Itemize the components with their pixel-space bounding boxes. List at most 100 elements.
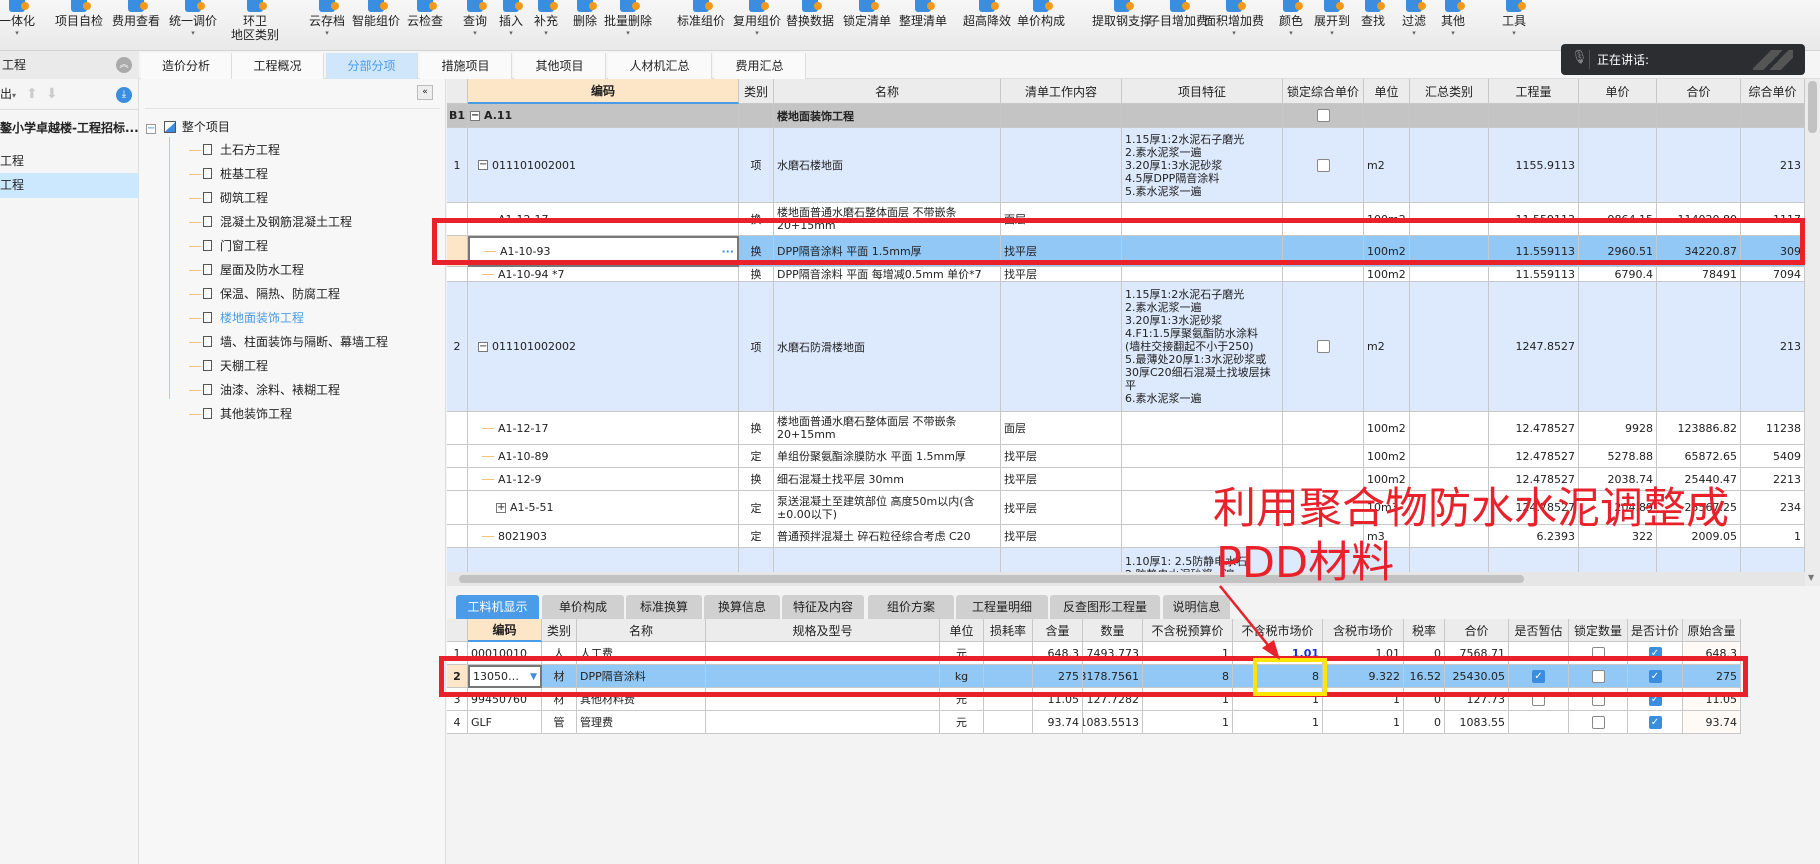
- column-header[interactable]: 税率: [1404, 619, 1445, 642]
- column-header[interactable]: 合价: [1657, 79, 1741, 104]
- grid-cell[interactable]: 00010010: [468, 642, 542, 665]
- grid-cell[interactable]: 13050… ▼: [468, 665, 542, 688]
- estimate-checkbox[interactable]: [1532, 692, 1545, 706]
- tree-item[interactable]: 天棚工程: [189, 355, 268, 377]
- toolbar-button-26[interactable]: 过滤 ▾: [1402, 0, 1426, 38]
- estimate-checkbox[interactable]: ✓: [1532, 669, 1545, 683]
- tree-item[interactable]: 油漆、涂料、裱糊工程: [189, 379, 340, 401]
- toolbar-button-3[interactable]: 统一调价 ▾: [169, 0, 217, 38]
- bottom-tab-6[interactable]: 工程量明细: [956, 595, 1048, 619]
- column-header[interactable]: 是否计价: [1628, 619, 1683, 642]
- tree-item[interactable]: 桩基工程: [189, 163, 268, 185]
- grid-cell[interactable]: ✓: [1628, 665, 1683, 688]
- grid-cell[interactable]: A1-12-17: [468, 203, 739, 236]
- include-price-checkbox[interactable]: ✓: [1648, 715, 1662, 729]
- toolbar-button-11[interactable]: 删除: [573, 0, 597, 28]
- toolbar-button-20[interactable]: 提取钢支撑: [1092, 0, 1152, 28]
- column-header[interactable]: 锁定数量: [1569, 619, 1628, 642]
- grid-cell[interactable]: 8021903: [468, 525, 739, 548]
- column-header[interactable]: 单位: [1364, 79, 1410, 104]
- grid-cell[interactable]: [1509, 642, 1569, 665]
- grid-cell[interactable]: [1509, 711, 1569, 734]
- collapse-toggle-icon[interactable]: −: [470, 110, 480, 121]
- toolbar-button-27[interactable]: 其他 ▾: [1441, 0, 1465, 38]
- bottom-tab-5[interactable]: 组价方案: [868, 595, 954, 619]
- column-header[interactable]: 单位: [940, 619, 984, 642]
- tree-root[interactable]: − 整个项目: [146, 116, 230, 138]
- collapse-icon[interactable]: ︽: [116, 57, 132, 73]
- toolbar-button-4[interactable]: 环卫 地区类别: [231, 0, 279, 42]
- vertical-scrollbar[interactable]: ▼: [1805, 79, 1820, 586]
- grid-cell[interactable]: A1-12-9: [468, 468, 739, 491]
- toolbar-button-9[interactable]: 插入 ▾: [499, 0, 523, 38]
- tree-item[interactable]: 墙、柱面装饰与隔断、幕墙工程: [189, 331, 388, 353]
- column-header[interactable]: 含量: [1033, 619, 1083, 642]
- move-up-icon[interactable]: ⬆: [26, 79, 38, 110]
- toolbar-button-2[interactable]: 费用查看: [112, 0, 160, 28]
- collapse-toggle-icon[interactable]: −: [478, 341, 488, 352]
- column-header[interactable]: 是否暂估: [1509, 619, 1569, 642]
- tab-3[interactable]: 措施项目: [420, 53, 512, 79]
- column-header[interactable]: 含税市场价: [1323, 619, 1404, 642]
- grid-cell[interactable]: [1569, 688, 1628, 711]
- lock-quantity-checkbox[interactable]: [1591, 646, 1605, 660]
- tree-item[interactable]: 混凝土及钢筋混凝土工程: [189, 211, 352, 233]
- project-name[interactable]: 鏊小学卓越楼-工程招标...: [0, 119, 139, 136]
- grid-cell[interactable]: ✓: [1628, 642, 1683, 665]
- toolbar-button-21[interactable]: 子目增加费: [1148, 0, 1208, 28]
- tab-5[interactable]: 人材机汇总: [608, 53, 712, 79]
- column-header[interactable]: 综合单价: [1741, 79, 1805, 104]
- toolbar-button-25[interactable]: 查找: [1361, 0, 1385, 28]
- column-header[interactable]: 项目特征: [1122, 79, 1283, 104]
- toolbar-button-1[interactable]: 项目自检: [55, 0, 103, 28]
- grid-cell[interactable]: [468, 548, 739, 572]
- download-icon[interactable]: ⤓: [116, 87, 132, 103]
- tree-item[interactable]: 其他装饰工程: [189, 403, 292, 425]
- column-header[interactable]: 规格及型号: [706, 619, 940, 642]
- lock-price-checkbox[interactable]: [1316, 340, 1330, 353]
- grid-cell[interactable]: + A1-5-51: [468, 491, 739, 525]
- grid-cell[interactable]: GLF: [468, 711, 542, 734]
- tree-item[interactable]: 门窗工程: [189, 235, 268, 257]
- toolbar-button-14[interactable]: 复用组价 ▾: [733, 0, 781, 38]
- grid-cell[interactable]: − A.11: [468, 104, 739, 128]
- toolbar-button-23[interactable]: 颜色 ▾: [1279, 0, 1303, 38]
- project-item[interactable]: 工程: [0, 149, 139, 173]
- column-header[interactable]: 类别: [542, 619, 577, 642]
- lock-price-checkbox[interactable]: [1316, 158, 1330, 172]
- column-header[interactable]: 名称: [577, 619, 706, 642]
- collapse-tree-button[interactable]: «: [417, 85, 433, 100]
- include-price-checkbox[interactable]: ✓: [1648, 646, 1662, 660]
- bottom-tab-3[interactable]: 换算信息: [704, 595, 780, 619]
- tree-item[interactable]: 砌筑工程: [189, 187, 268, 209]
- column-header[interactable]: 原始含量: [1683, 619, 1741, 642]
- grid-cell[interactable]: [1509, 688, 1569, 711]
- include-price-checkbox[interactable]: ✓: [1648, 692, 1662, 706]
- toolbar-button-12[interactable]: 批量删除 ▾: [604, 0, 652, 38]
- grid-cell[interactable]: A1-12-17: [468, 412, 739, 445]
- column-header[interactable]: 编码: [468, 79, 739, 104]
- column-header[interactable]: 清单工作内容: [1001, 79, 1122, 104]
- grid-cell[interactable]: A1-10-94 *7: [468, 267, 739, 282]
- more-options-icon[interactable]: ···: [721, 245, 734, 258]
- toolbar-button-22[interactable]: 面积增加费 ▾: [1204, 0, 1264, 38]
- toolbar-button-5[interactable]: 云存档 ▾: [309, 0, 345, 38]
- scrollbar-thumb[interactable]: [1808, 81, 1817, 133]
- toolbar-button-24[interactable]: 展开到 ▾: [1314, 0, 1350, 38]
- export-button[interactable]: 出: [0, 87, 12, 101]
- column-header[interactable]: 编码: [468, 619, 542, 642]
- collapse-toggle-icon[interactable]: −: [478, 160, 488, 170]
- column-header[interactable]: 类别: [739, 79, 774, 104]
- grid-cell[interactable]: −011101002001: [468, 128, 739, 203]
- tab-6[interactable]: 费用汇总: [714, 53, 806, 79]
- column-header[interactable]: 损耗率: [984, 619, 1033, 642]
- grid-cell[interactable]: A1-10-93 ···: [468, 236, 739, 267]
- horizontal-scrollbar[interactable]: [447, 572, 1805, 586]
- grid-cell[interactable]: −011101002002: [468, 282, 739, 412]
- grid-cell[interactable]: A1-10-89: [468, 445, 739, 468]
- toolbar-button-15[interactable]: 替换数据: [786, 0, 834, 28]
- bottom-tab-0[interactable]: 工料机显示: [456, 595, 539, 619]
- toolbar-button-8[interactable]: 查询 ▾: [463, 0, 487, 38]
- expand-toggle-icon[interactable]: +: [496, 502, 506, 513]
- collapse-toggle-icon[interactable]: −: [146, 124, 156, 134]
